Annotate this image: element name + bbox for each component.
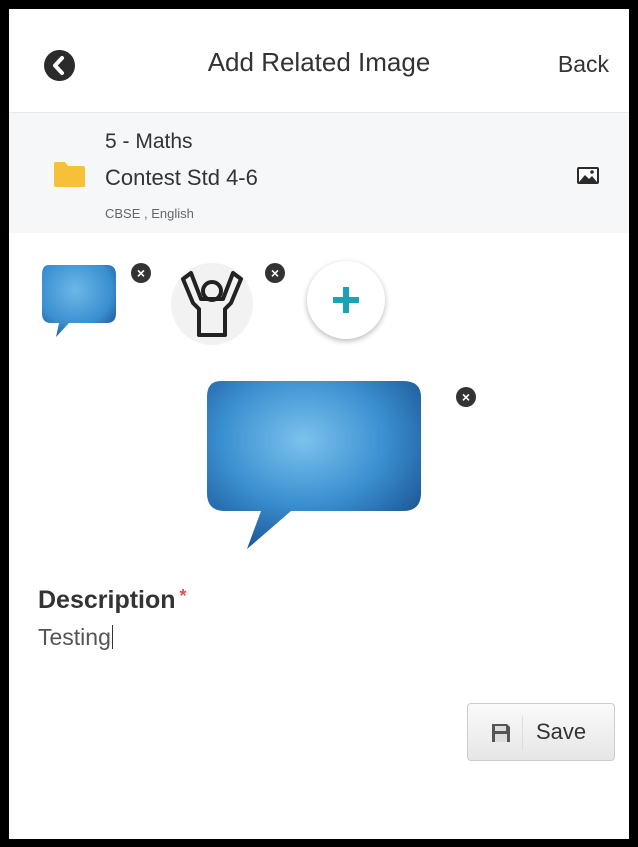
preview-speech-bubble [207,381,421,549]
description-input[interactable]: Testing [38,624,113,651]
add-image-button[interactable] [307,261,385,339]
page-title: Add Related Image [207,47,431,77]
thumbnail-speech-bubble[interactable] [39,261,119,341]
folder-title-line1: 5 - Maths [105,130,193,153]
app-frame: Add Related Image Back 5 - Maths Contest… [9,9,629,839]
save-label: Save [536,719,587,744]
save-icon [492,724,510,742]
divider [522,716,523,750]
save-button[interactable]: Save [467,703,615,761]
header: Add Related Image Back [9,9,629,113]
close-icon[interactable]: × [131,263,151,283]
close-icon[interactable]: × [456,387,476,407]
plus-icon [333,287,359,313]
folder-meta: CBSE , English [105,206,194,221]
description-label: Description * [38,586,187,614]
folder-title-line2: Contest Std 4-6 [105,165,258,190]
back-button[interactable]: Back [558,51,609,78]
text-caret [111,625,113,649]
image-icon[interactable] [576,166,600,185]
folder-icon [54,162,85,187]
required-mark: * [179,586,187,606]
close-icon[interactable]: × [265,263,285,283]
thumbnail-raised-arms-person[interactable] [171,263,253,345]
folder-info: 5 - Maths Contest Std 4-6 CBSE , English [9,113,629,233]
